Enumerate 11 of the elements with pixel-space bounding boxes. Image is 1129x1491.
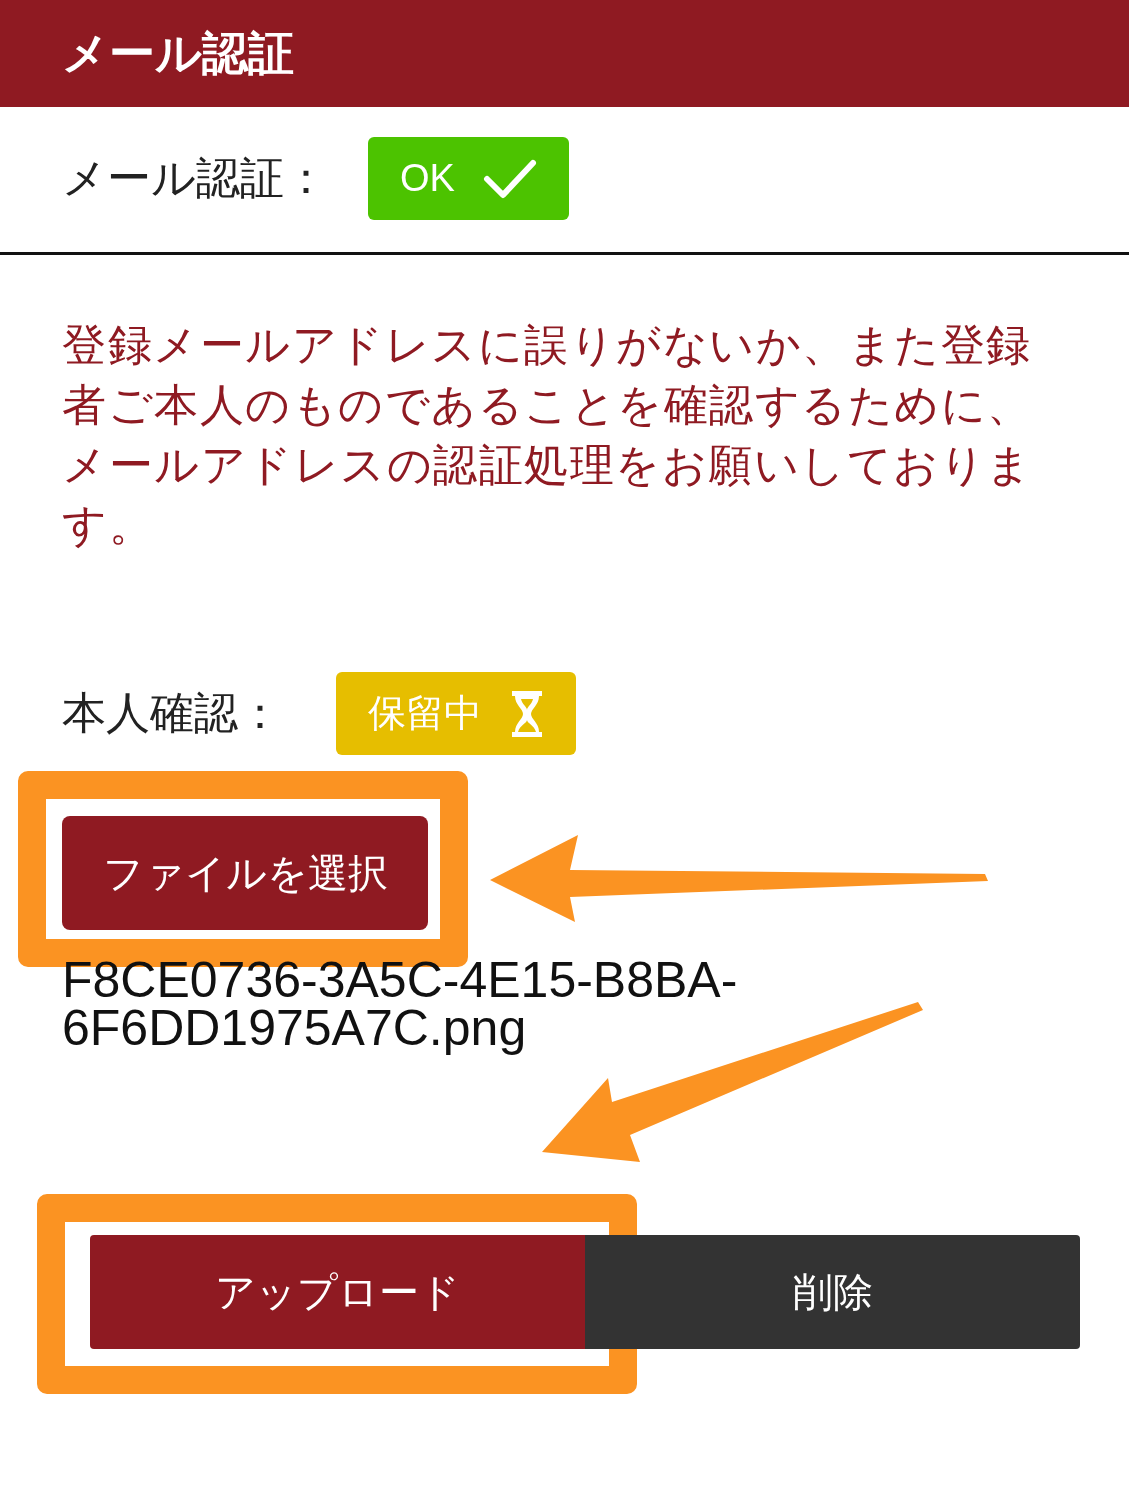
status-badge: OK: [368, 137, 569, 220]
check-icon: [482, 158, 537, 199]
status-badge: 保留中: [336, 672, 576, 755]
status-label: 本人確認：: [62, 686, 282, 740]
hourglass-icon: [510, 688, 544, 739]
page-title: メール認証: [62, 24, 294, 82]
delete-button[interactable]: 削除: [585, 1235, 1080, 1349]
notice-text: 登録メールアドレスに誤りがないか、また登録者ご本人のものであることを確認するために、メールアドレスの認証処理をお願いしております。: [62, 318, 1034, 552]
file-select-button[interactable]: ファイルを選択: [62, 816, 428, 930]
upload-button[interactable]: アップロード: [90, 1235, 585, 1349]
status-label: メール認証：: [62, 151, 328, 205]
